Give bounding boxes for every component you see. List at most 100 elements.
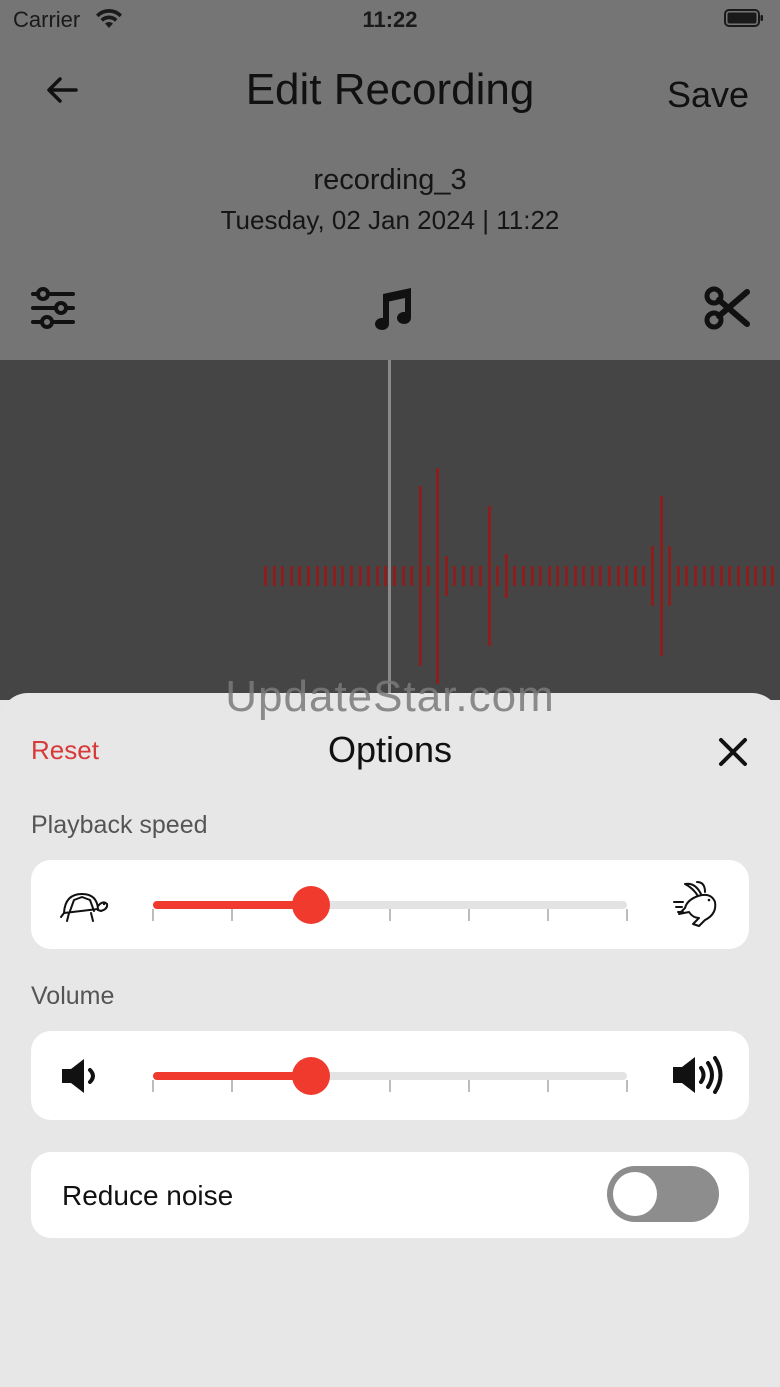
waveform-bar <box>298 566 301 586</box>
slider-tick <box>547 909 549 921</box>
waveform-bar <box>711 566 714 586</box>
page-title: Edit Recording <box>245 65 535 114</box>
waveform-bar <box>556 566 559 586</box>
waveform-bar <box>376 566 379 586</box>
volume-low-icon <box>62 1059 95 1093</box>
slider-tick <box>468 1080 470 1092</box>
waveform-bar <box>496 566 499 586</box>
waveform-bar <box>384 566 387 586</box>
recording-name: recording_3 <box>313 164 467 196</box>
waveform-bar <box>685 566 688 586</box>
waveform-bar <box>419 486 422 666</box>
waveform-bar <box>264 566 267 586</box>
playback-speed-label: Playback speed <box>31 811 208 839</box>
slider-tick <box>389 909 391 921</box>
waveform-bar <box>548 566 551 586</box>
turtle-icon <box>60 893 109 922</box>
playback-speed-card <box>31 860 749 949</box>
slider-tick <box>547 1080 549 1092</box>
slider-tick <box>231 1080 233 1092</box>
waveform-bar <box>539 566 542 586</box>
slider-tick <box>626 909 628 921</box>
slider-tick <box>468 909 470 921</box>
reduce-noise-row: Reduce noise <box>31 1152 749 1238</box>
waveform-bar <box>273 566 276 586</box>
waveform-bar <box>479 566 482 586</box>
waveform-bar <box>720 566 723 586</box>
waveform-bar <box>728 566 731 586</box>
reduce-noise-label: Reduce noise <box>62 1180 234 1211</box>
waveform-bar <box>488 506 491 646</box>
options-title: Options <box>327 729 453 770</box>
volume-label: Volume <box>31 982 115 1010</box>
waveform-bar <box>445 556 448 596</box>
waveform-bar <box>531 566 534 586</box>
waveform-bar <box>737 566 740 586</box>
waveform-bar <box>402 566 405 586</box>
waveform-bar <box>393 566 396 586</box>
close-icon[interactable] <box>716 735 750 769</box>
waveform-bar <box>513 566 516 586</box>
waveform-bar <box>290 566 293 586</box>
volume-card <box>31 1031 749 1120</box>
waveform-bar <box>427 566 430 586</box>
status-time: 11:22 <box>362 7 418 32</box>
recording-datetime: Tuesday, 02 Jan 2024 | 11:22 <box>220 205 560 235</box>
waveform-bar <box>625 566 628 586</box>
waveform-bar <box>436 468 439 684</box>
waveform-bar <box>617 566 620 586</box>
status-bar: Carrier 11:22 <box>0 0 780 44</box>
slider-tick <box>626 1080 628 1092</box>
options-sheet: Reset Options Playback speed Volume Redu… <box>0 693 780 1387</box>
slider-thumb[interactable] <box>291 886 330 924</box>
waveform-bar <box>660 496 663 656</box>
slider-fill <box>153 901 311 909</box>
slider-tick <box>389 1080 391 1092</box>
waveform-bar <box>307 566 310 586</box>
waveform-bar <box>453 566 456 586</box>
waveform-bar <box>582 566 585 586</box>
waveform-bar <box>470 566 473 586</box>
save-button[interactable]: Save <box>667 74 749 116</box>
waveform-bar <box>754 566 757 586</box>
battery-icon <box>724 9 763 27</box>
scissors-icon[interactable] <box>703 284 751 332</box>
waveform-bar <box>668 546 671 606</box>
waveform-bar <box>703 566 706 586</box>
waveform-bar <box>333 566 336 586</box>
waveform-bar <box>642 566 645 586</box>
waveform-bar <box>359 566 362 586</box>
waveform[interactable] <box>0 360 780 700</box>
reduce-noise-toggle[interactable] <box>607 1166 719 1222</box>
waveform-bar <box>591 566 594 586</box>
waveform-bar <box>324 566 327 586</box>
music-note-icon[interactable] <box>366 284 414 332</box>
slider-thumb[interactable] <box>291 1057 330 1095</box>
sliders-icon[interactable] <box>29 284 77 332</box>
playhead[interactable] <box>388 360 391 700</box>
waveform-bar <box>505 554 508 598</box>
waveform-bar <box>350 566 353 586</box>
waveform-bar <box>281 566 284 586</box>
waveform-bar <box>316 566 319 586</box>
slider-tick <box>152 909 154 921</box>
waveform-bar <box>341 566 344 586</box>
header-area: Carrier 11:22 Edit Recording Save record… <box>0 0 780 360</box>
waveform-bar <box>565 566 568 586</box>
watermark: UpdateStar.com <box>225 672 555 721</box>
waveform-bar <box>462 566 465 586</box>
rabbit-icon <box>673 881 717 927</box>
waveform-bar <box>367 566 370 586</box>
waveform-bar <box>410 566 413 586</box>
toggle-knob <box>613 1172 657 1216</box>
waveform-bar <box>763 566 766 586</box>
waveform-bar <box>522 566 525 586</box>
waveform-bar <box>574 566 577 586</box>
waveform-bar <box>651 546 654 606</box>
slider-fill <box>153 1072 311 1080</box>
waveform-area[interactable] <box>0 360 780 700</box>
slider-tick <box>152 1080 154 1092</box>
waveform-bar <box>677 566 680 586</box>
volume-high-icon <box>673 1056 723 1094</box>
waveform-bar <box>608 566 611 586</box>
